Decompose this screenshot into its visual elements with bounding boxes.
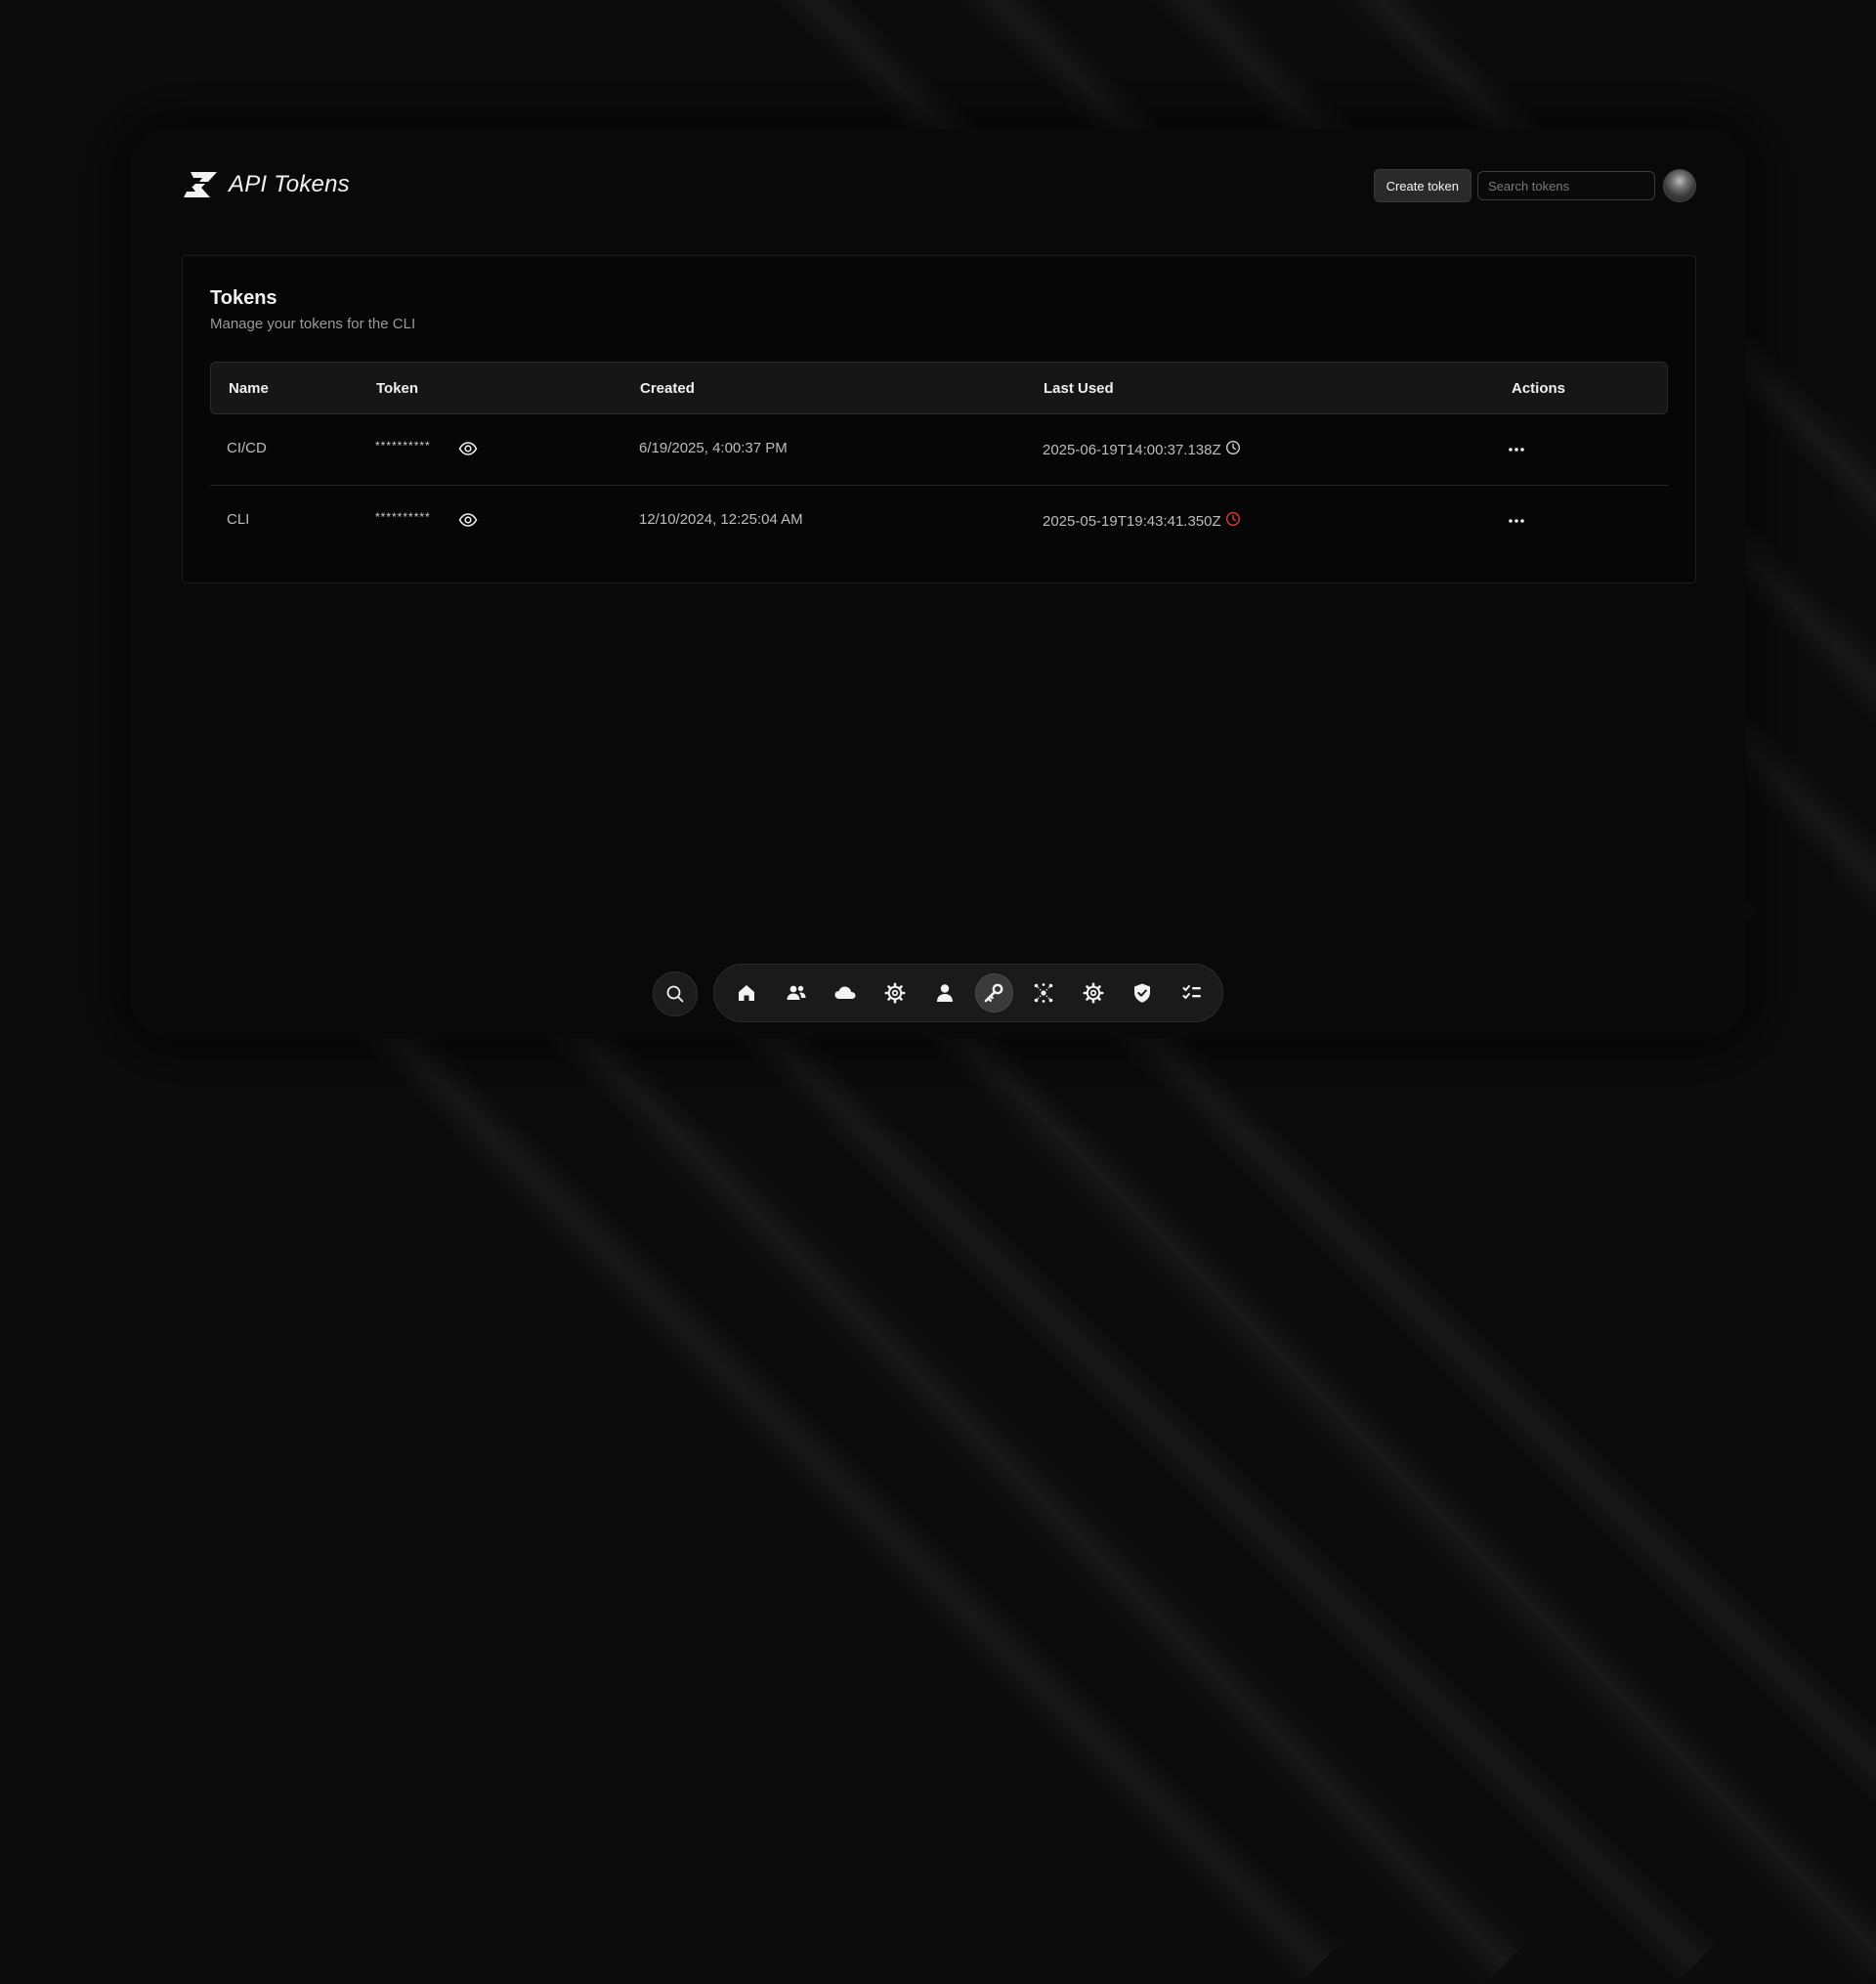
token-name: CI/CD	[227, 440, 267, 456]
card-subtitle: Manage your tokens for the CLI	[210, 316, 416, 332]
app-header: API Tokens	[182, 170, 350, 199]
table-row: CI/CD ********** 6/19/2025, 4:00:37 PM 2…	[210, 414, 1668, 486]
dock-item-api-tokens[interactable]	[974, 973, 1014, 1013]
eye-icon[interactable]	[458, 511, 478, 529]
last-used-timestamp: 2025-05-19T19:43:41.350Z	[1043, 513, 1221, 530]
users-icon	[787, 985, 806, 1000]
table-header: Name Token Created Last Used Actions	[210, 362, 1668, 414]
more-actions-icon[interactable]	[1506, 511, 1527, 531]
token-last-used: 2025-06-19T14:00:37.138Z	[1043, 440, 1241, 458]
column-header-last-used: Last Used	[1044, 380, 1114, 397]
dock-item-user[interactable]	[925, 973, 964, 1013]
network-icon	[1034, 983, 1053, 1003]
card-title: Tokens	[210, 287, 277, 309]
token-masked-value: **********	[375, 439, 431, 453]
avatar[interactable]	[1663, 169, 1696, 202]
settings-icon	[884, 982, 906, 1004]
home-icon	[738, 985, 754, 1001]
token-created: 12/10/2024, 12:25:04 AM	[639, 511, 803, 528]
dock	[713, 964, 1223, 1022]
token-last-used: 2025-05-19T19:43:41.350Z	[1043, 511, 1241, 530]
dock-item-tasks[interactable]	[1172, 973, 1212, 1013]
dock-item-home[interactable]	[727, 973, 766, 1013]
create-token-button[interactable]: Create token	[1373, 169, 1471, 202]
dock-item-users[interactable]	[777, 973, 816, 1013]
key-icon	[985, 983, 1003, 1003]
last-used-timestamp: 2025-06-19T14:00:37.138Z	[1043, 442, 1221, 458]
token-created: 6/19/2025, 4:00:37 PM	[639, 440, 788, 456]
column-header-token: Token	[376, 380, 419, 397]
dock-item-security[interactable]	[1124, 973, 1163, 1013]
cloud-icon	[834, 986, 856, 999]
column-header-actions: Actions	[1512, 380, 1566, 397]
expired-clock-icon	[1225, 511, 1240, 527]
dock-item-preferences[interactable]	[1074, 973, 1113, 1013]
table-row: CLI ********** 12/10/2024, 12:25:04 AM 2…	[210, 486, 1668, 556]
more-actions-icon[interactable]	[1506, 440, 1527, 459]
header-actions: Create token	[1373, 169, 1696, 202]
dock-search-button[interactable]	[653, 971, 698, 1016]
user-icon	[936, 984, 953, 1002]
token-name: CLI	[227, 511, 250, 528]
app-title: API Tokens	[229, 171, 350, 197]
clock-icon	[1225, 440, 1240, 455]
gear-icon	[1083, 982, 1104, 1004]
checklist-icon	[1182, 985, 1202, 999]
dock-item-network[interactable]	[1024, 973, 1063, 1013]
column-header-created: Created	[640, 380, 695, 397]
brand-logo-icon	[184, 172, 217, 197]
column-header-name: Name	[229, 380, 269, 397]
eye-icon[interactable]	[458, 440, 478, 457]
search-icon	[666, 985, 684, 1003]
dock-item-cloud[interactable]	[826, 973, 865, 1013]
token-masked-value: **********	[375, 510, 431, 524]
search-input[interactable]	[1477, 171, 1655, 200]
dock-item-settings[interactable]	[875, 973, 915, 1013]
tokens-card: Tokens Manage your tokens for the CLI Na…	[182, 255, 1696, 583]
shield-check-icon	[1134, 983, 1151, 1003]
